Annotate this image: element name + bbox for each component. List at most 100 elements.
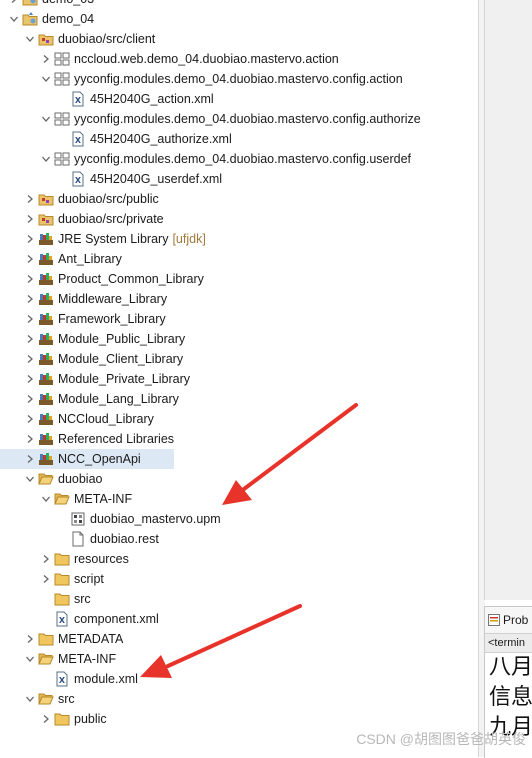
tree-item-label: NCC_OpenApi [58,452,141,466]
library-icon [38,391,54,407]
chevron-right-icon[interactable] [40,709,52,729]
chevron-down-icon[interactable] [24,649,36,669]
chevron-down-icon[interactable] [24,469,36,489]
tree-item[interactable]: yyconfig.modules.demo_04.duobiao.masterv… [0,109,421,129]
tree-item-label: yyconfig.modules.demo_04.duobiao.masterv… [74,152,412,166]
tree-item-label: duobiao_mastervo.upm [90,512,221,526]
chevron-down-icon[interactable] [40,149,52,169]
tree-item[interactable]: Middleware_Library [0,289,167,309]
folder-open-icon [38,651,54,667]
tree-item[interactable]: X 45H2040G_userdef.xml [0,169,222,189]
tree-item[interactable]: duobiao_mastervo.upm [0,509,221,529]
chevron-right-icon[interactable] [24,229,36,249]
tree-item[interactable]: yyconfig.modules.demo_04.duobiao.masterv… [0,149,411,169]
svg-text:X: X [75,96,82,105]
tree-item[interactable]: METADATA [0,629,123,649]
source-folder-icon [38,31,54,47]
tree-item-label: 45H2040G_userdef.xml [90,172,223,186]
svg-text:X: X [59,676,66,685]
chevron-right-icon[interactable] [24,349,36,369]
chevron-right-icon[interactable] [24,629,36,649]
tree-item[interactable]: duobiao [0,469,103,489]
tree-item[interactable]: public [0,709,107,729]
tree-item-label: nccloud.web.demo_04.duobiao.mastervo.act… [74,52,339,66]
tree-item[interactable]: src [0,589,91,609]
chevron-right-icon[interactable] [24,429,36,449]
tree-item[interactable]: META-INF [0,649,116,669]
tree-item-label: Module_Client_Library [58,352,184,366]
tree-item[interactable]: duobiao.rest [0,529,159,549]
tree-item[interactable]: demo_03 [0,0,94,9]
chevron-right-icon[interactable] [40,49,52,69]
tab-problems[interactable]: Prob [485,607,532,634]
tree-item[interactable]: META-INF [0,489,132,509]
tree-item[interactable]: X 45H2040G_authorize.xml [0,129,232,149]
tree-item[interactable]: resources [0,549,129,569]
tree-item[interactable]: Xcomponent.xml [0,609,159,629]
chevron-down-icon[interactable] [8,9,20,29]
tree-item[interactable]: duobiao/src/public [0,189,159,209]
tree-item[interactable]: Module_Client_Library [0,349,183,369]
tree-item[interactable]: Xmodule.xml [0,669,138,689]
project-icon [22,11,38,27]
tree-item[interactable]: Module_Private_Library [0,369,190,389]
tab-problems-label: Prob [503,613,529,627]
chevron-right-icon[interactable] [24,369,36,389]
tree-item[interactable]: Module_Lang_Library [0,389,179,409]
tree-item[interactable]: duobiao/src/private [0,209,164,229]
chevron-right-icon[interactable] [40,569,52,589]
tree-item[interactable]: NCC_OpenApi [0,449,174,469]
tree-item[interactable]: nccloud.web.demo_04.duobiao.mastervo.act… [0,49,339,69]
tree-item[interactable]: duobiao/src/client [0,29,155,49]
chevron-right-icon[interactable] [8,0,20,9]
tree-item[interactable]: Framework_Library [0,309,166,329]
chevron-right-icon[interactable] [24,329,36,349]
chevron-down-icon[interactable] [24,29,36,49]
chevron-right-icon[interactable] [24,209,36,229]
problems-icon [488,614,500,626]
chevron-right-icon[interactable] [24,409,36,429]
folder-icon [38,631,54,647]
tree-item[interactable]: yyconfig.modules.demo_04.duobiao.masterv… [0,69,403,89]
chevron-right-icon[interactable] [24,189,36,209]
tree-item-label: yyconfig.modules.demo_04.duobiao.masterv… [74,112,421,126]
tree-item-label: Ant_Library [58,252,122,266]
upm-file-icon [70,511,86,527]
chevron-right-icon[interactable] [24,269,36,289]
library-icon [38,271,54,287]
tree-item[interactable]: Ant_Library [0,249,122,269]
chevron-right-icon[interactable] [24,389,36,409]
chevron-right-icon[interactable] [40,549,52,569]
tree-item[interactable]: src [0,689,75,709]
chevron-down-icon[interactable] [40,109,52,129]
chevron-right-icon[interactable] [24,249,36,269]
tree-item-label: public [74,712,107,726]
tree-item-label: Module_Private_Library [58,372,191,386]
tree-item[interactable]: NCCloud_Library [0,409,154,429]
chevron-down-icon[interactable] [40,69,52,89]
folder-icon [54,591,70,607]
tree-item[interactable]: demo_04 [0,9,94,29]
tree-item[interactable]: Referenced Libraries [0,429,174,449]
chevron-right-icon[interactable] [24,449,36,469]
chevron-right-icon[interactable] [24,289,36,309]
tree-item-label: Module_Lang_Library [58,392,179,406]
chevron-right-icon[interactable] [24,309,36,329]
tree-item[interactable]: Product_Common_Library [0,269,204,289]
chevron-down-icon[interactable] [40,489,52,509]
library-icon [38,251,54,267]
tree-item[interactable]: JRE System Library [ufjdk] [0,229,206,249]
tree-item[interactable]: Module_Public_Library [0,329,185,349]
tree-item[interactable]: X 45H2040G_action.xml [0,89,214,109]
xml-file-icon: X [70,171,86,187]
chevron-down-icon[interactable] [24,689,36,709]
tree-item-label: 45H2040G_action.xml [90,92,214,106]
tree-item[interactable]: script [0,569,104,589]
tree-item-label: Referenced Libraries [58,432,175,446]
tree-item-label: duobiao/src/private [58,212,164,226]
package-icon [54,151,70,167]
